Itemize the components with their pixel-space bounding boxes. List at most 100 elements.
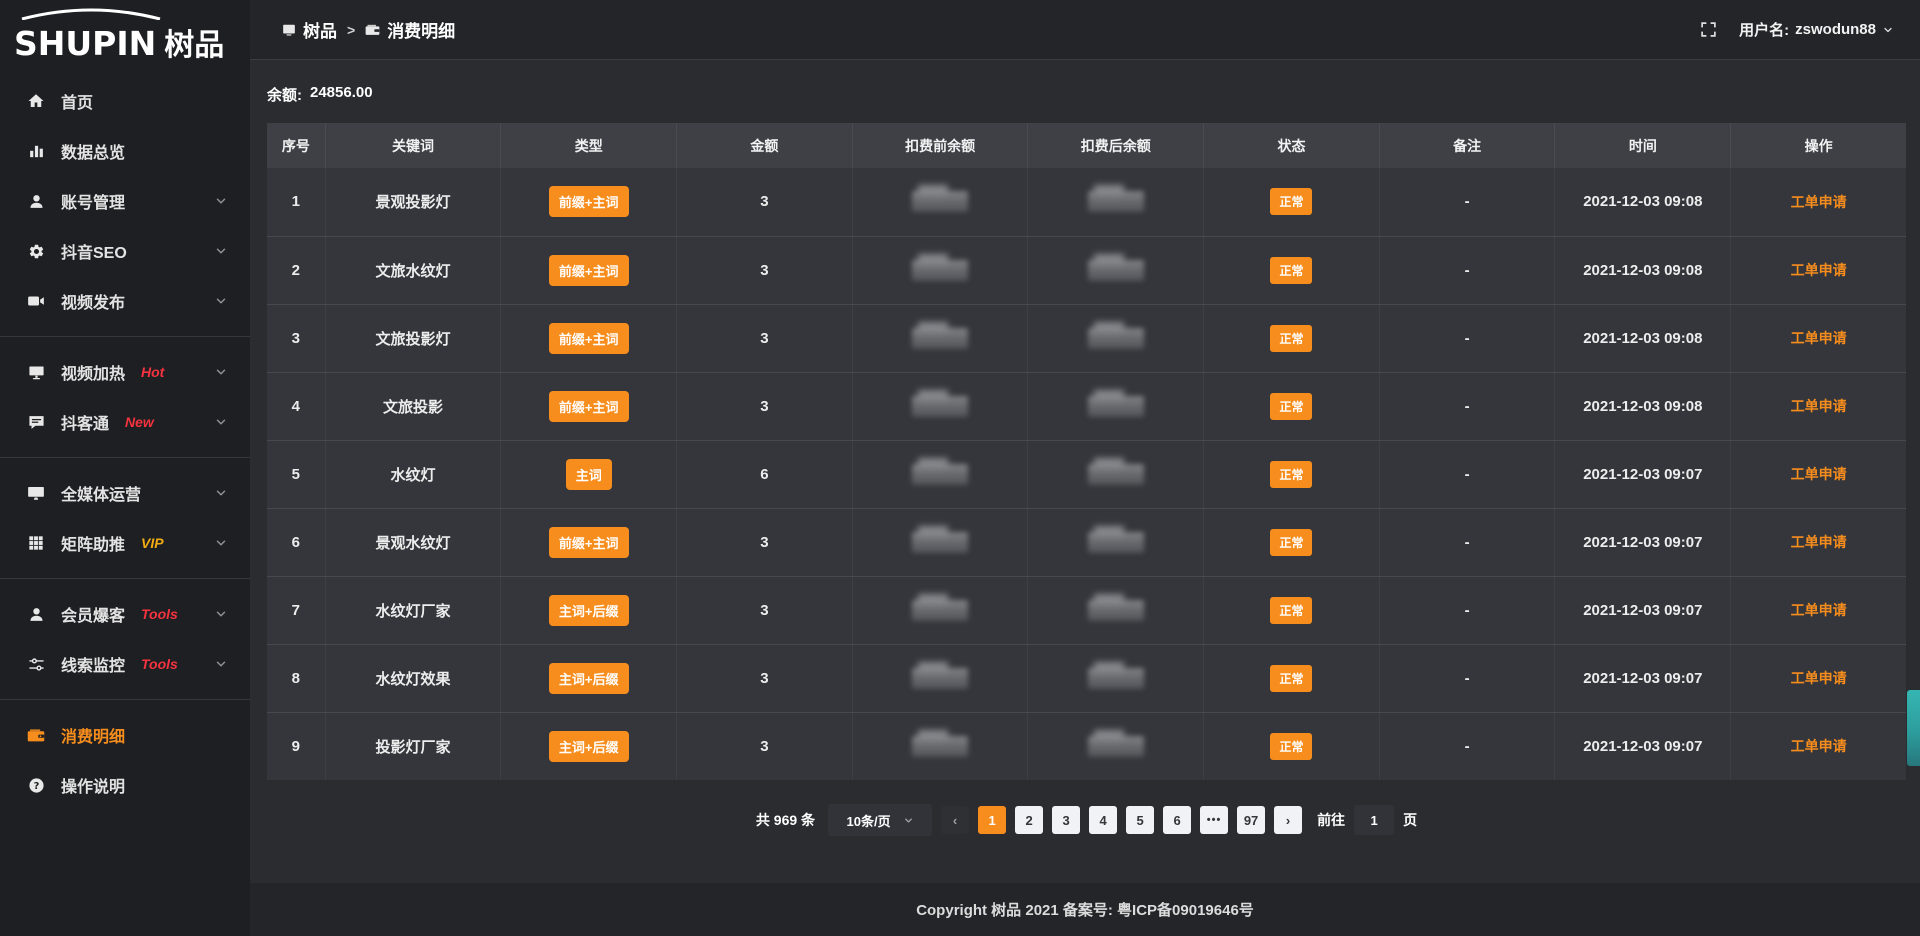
sidebar-item-member-burst[interactable]: 会员爆客 Tools bbox=[0, 589, 250, 639]
cell-time: 2021-12-03 09:08 bbox=[1555, 168, 1731, 236]
sidebar-item-video-publish[interactable]: 视频发布 bbox=[0, 276, 250, 326]
page-button-1[interactable]: 1 bbox=[978, 806, 1006, 834]
cell-action: 工单申请 bbox=[1731, 644, 1906, 712]
status-badge: 正常 bbox=[1270, 597, 1312, 624]
sidebar-item-label: 账号管理 bbox=[61, 189, 125, 213]
goto-label: 前往 bbox=[1317, 810, 1345, 830]
page-button-5[interactable]: 5 bbox=[1126, 806, 1154, 834]
sidebar-item-omni-media[interactable]: 全媒体运营 bbox=[0, 468, 250, 518]
app-icon bbox=[282, 23, 296, 37]
table-row: 5 水纹灯 主词 6 正常 - 2021-12-03 09:07 工单申请 bbox=[267, 440, 1906, 508]
more-pages-button[interactable]: ••• bbox=[1200, 806, 1228, 834]
cell-amount: 3 bbox=[677, 372, 853, 440]
cell-balance-before bbox=[852, 508, 1028, 576]
hot-badge: Hot bbox=[141, 364, 164, 380]
page-button-4[interactable]: 4 bbox=[1089, 806, 1117, 834]
chevron-down-icon bbox=[214, 244, 228, 258]
sidebar-item-matrix-boost[interactable]: 矩阵助推 VIP bbox=[0, 518, 250, 568]
ticket-request-link[interactable]: 工单申请 bbox=[1791, 398, 1847, 414]
breadcrumb-home[interactable]: 树品 bbox=[282, 17, 337, 42]
wallet-icon bbox=[365, 22, 380, 37]
fullscreen-icon[interactable] bbox=[1700, 21, 1717, 38]
cell-type: 主词 bbox=[501, 440, 677, 508]
cell-index: 7 bbox=[267, 576, 325, 644]
ticket-request-link[interactable]: 工单申请 bbox=[1791, 670, 1847, 686]
breadcrumb-label: 树品 bbox=[303, 17, 337, 42]
cell-balance-before bbox=[852, 372, 1028, 440]
cell-balance-before bbox=[852, 168, 1028, 236]
status-badge: 正常 bbox=[1270, 325, 1312, 352]
sidebar-item-label: 会员爆客 bbox=[61, 602, 125, 626]
cell-time: 2021-12-03 09:07 bbox=[1555, 576, 1731, 644]
page-button-2[interactable]: 2 bbox=[1015, 806, 1043, 834]
ticket-request-link[interactable]: 工单申请 bbox=[1791, 602, 1847, 618]
sidebar-item-home[interactable]: 首页 bbox=[0, 76, 250, 126]
blurred-value bbox=[912, 396, 968, 417]
cell-action: 工单申请 bbox=[1731, 440, 1906, 508]
floating-widget[interactable] bbox=[1907, 690, 1920, 766]
menu-divider bbox=[0, 336, 250, 337]
monitor-icon bbox=[26, 484, 46, 502]
status-badge: 正常 bbox=[1270, 461, 1312, 488]
goto-page-input[interactable]: 1 bbox=[1354, 805, 1394, 835]
cell-balance-after bbox=[1028, 644, 1204, 712]
logo-text-cn: 树品 bbox=[164, 20, 224, 64]
col-balance-before: 扣费前余额 bbox=[852, 123, 1028, 168]
blurred-value bbox=[1088, 464, 1144, 485]
sidebar-item-data-overview[interactable]: 数据总览 bbox=[0, 126, 250, 176]
sidebar-item-account-mgmt[interactable]: 账号管理 bbox=[0, 176, 250, 226]
sidebar-item-douketong[interactable]: 抖客通 New bbox=[0, 397, 250, 447]
sidebar-item-label: 抖客通 bbox=[61, 410, 109, 434]
cell-status: 正常 bbox=[1204, 508, 1380, 576]
cell-action: 工单申请 bbox=[1731, 304, 1906, 372]
blurred-value bbox=[912, 464, 968, 485]
sidebar-item-video-heat[interactable]: 视频加热 Hot bbox=[0, 347, 250, 397]
page-button-3[interactable]: 3 bbox=[1052, 806, 1080, 834]
cell-action: 工单申请 bbox=[1731, 236, 1906, 304]
ticket-request-link[interactable]: 工单申请 bbox=[1791, 534, 1847, 550]
username-value: zswodun88 bbox=[1795, 21, 1876, 38]
breadcrumb: 树品 > 消费明细 bbox=[282, 17, 455, 42]
ticket-request-link[interactable]: 工单申请 bbox=[1791, 466, 1847, 482]
ticket-request-link[interactable]: 工单申请 bbox=[1791, 330, 1847, 346]
home-icon bbox=[26, 92, 46, 110]
cell-type: 主词+后缀 bbox=[501, 576, 677, 644]
ticket-request-link[interactable]: 工单申请 bbox=[1791, 262, 1847, 278]
tools-badge: Tools bbox=[141, 606, 178, 622]
footer: Copyright 树品 2021 备案号: 粤ICP备09019646号 bbox=[250, 883, 1920, 936]
chat-icon bbox=[26, 414, 46, 431]
ticket-request-link[interactable]: 工单申请 bbox=[1791, 194, 1847, 210]
cell-time: 2021-12-03 09:08 bbox=[1555, 304, 1731, 372]
next-page-button[interactable]: › bbox=[1274, 806, 1302, 834]
cell-time: 2021-12-03 09:08 bbox=[1555, 236, 1731, 304]
cell-amount: 3 bbox=[677, 304, 853, 372]
cell-time: 2021-12-03 09:07 bbox=[1555, 644, 1731, 712]
page-size-select[interactable]: 10条/页 bbox=[828, 804, 932, 836]
video-camera-icon bbox=[26, 292, 46, 310]
cell-remark: - bbox=[1379, 440, 1555, 508]
breadcrumb-current[interactable]: 消费明细 bbox=[365, 17, 455, 42]
cell-remark: - bbox=[1379, 508, 1555, 576]
sidebar-item-instructions[interactable]: ? 操作说明 bbox=[0, 760, 250, 810]
chevron-down-icon bbox=[214, 657, 228, 671]
balance-value: 24856.00 bbox=[310, 84, 373, 105]
cell-balance-before bbox=[852, 644, 1028, 712]
user-menu[interactable]: 用户名: zswodun88 bbox=[1739, 19, 1894, 40]
sidebar-item-lead-monitor[interactable]: 线索监控 Tools bbox=[0, 639, 250, 689]
cell-type: 前缀+主词 bbox=[501, 508, 677, 576]
cell-balance-after bbox=[1028, 440, 1204, 508]
col-status: 状态 bbox=[1204, 123, 1380, 168]
sidebar-item-consumption-details[interactable]: 消费明细 bbox=[0, 710, 250, 760]
sidebar-item-label: 视频加热 bbox=[61, 360, 125, 384]
page-button-6[interactable]: 6 bbox=[1163, 806, 1191, 834]
blurred-value bbox=[912, 532, 968, 553]
content-area: 余额: 24856.00 序号 关键词 类型 金额 扣费前余额 扣费后余额 状态… bbox=[250, 60, 1920, 883]
total-count: 共 969 条 bbox=[756, 810, 815, 830]
sidebar-item-douyin-seo[interactable]: 抖音SEO bbox=[0, 226, 250, 276]
page-button-97[interactable]: 97 bbox=[1237, 806, 1265, 834]
cell-status: 正常 bbox=[1204, 644, 1380, 712]
prev-page-button[interactable]: ‹ bbox=[941, 806, 969, 834]
cell-status: 正常 bbox=[1204, 440, 1380, 508]
chevron-down-icon bbox=[214, 486, 228, 500]
ticket-request-link[interactable]: 工单申请 bbox=[1791, 738, 1847, 754]
